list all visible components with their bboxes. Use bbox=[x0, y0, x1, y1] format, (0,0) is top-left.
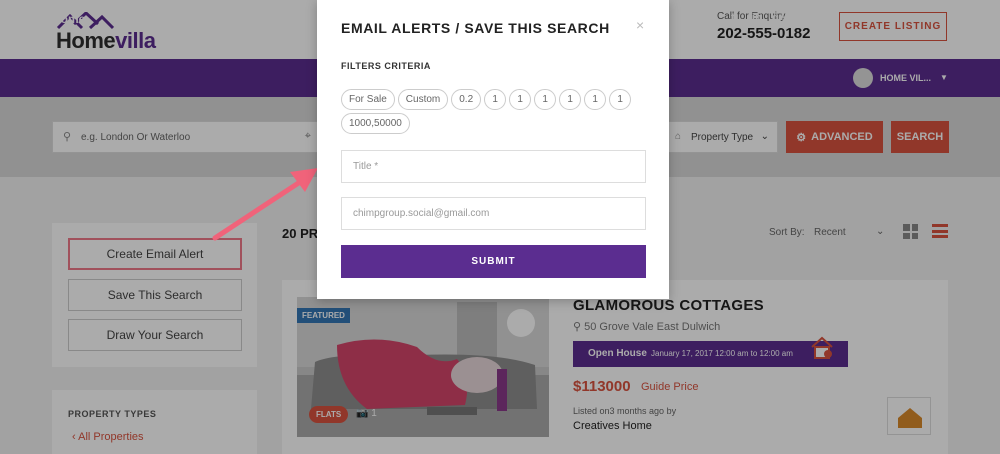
submit-button[interactable]: SUBMIT bbox=[341, 245, 646, 278]
alert-title-input[interactable] bbox=[341, 150, 646, 183]
filter-chip: 1 bbox=[584, 89, 607, 110]
filter-chip: 1 bbox=[609, 89, 632, 110]
filter-chip: 0.2 bbox=[451, 89, 482, 110]
close-icon[interactable]: × bbox=[636, 17, 644, 33]
filters-criteria-label: FILTERS CRITERIA bbox=[341, 61, 431, 71]
filter-chip: Custom bbox=[397, 89, 449, 110]
filter-chip: For Sale bbox=[341, 89, 395, 110]
filter-chips: For Sale Custom 0.2 1 1 1 1 1 1 1000,500… bbox=[341, 89, 641, 134]
modal-title: EMAIL ALERTS / SAVE THIS SEARCH bbox=[341, 20, 610, 36]
filter-chip: 1 bbox=[559, 89, 582, 110]
email-input[interactable] bbox=[341, 197, 646, 230]
filter-chip: 1000,50000 bbox=[341, 113, 410, 134]
filter-chip: 1 bbox=[509, 89, 532, 110]
filter-chip: 1 bbox=[534, 89, 557, 110]
email-alert-modal: EMAIL ALERTS / SAVE THIS SEARCH × FILTER… bbox=[317, 0, 669, 299]
filter-chip: 1 bbox=[484, 89, 507, 110]
